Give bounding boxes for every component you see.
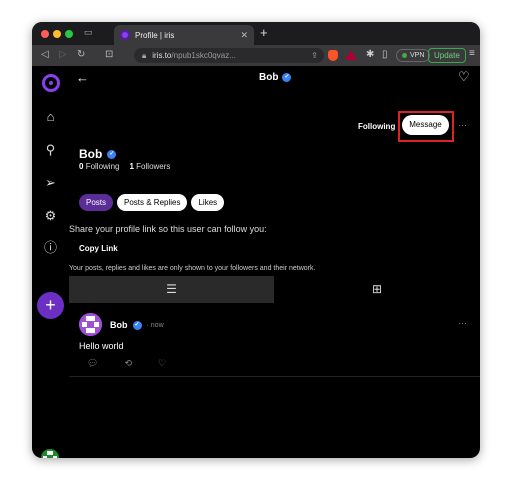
profile-tabs: Posts Posts & Replies Likes <box>79 194 225 211</box>
vpn-label: VPN <box>410 52 425 59</box>
profile-main: ← Bob ✓ ♡ Following Message ··· Bob ✓ 0 … <box>69 66 480 458</box>
copy-link-button[interactable]: Copy Link <box>79 244 118 253</box>
share-instructions: Share your profile link so this user can… <box>69 224 267 234</box>
share-icon[interactable]: ⇪ <box>311 51 324 60</box>
followers-label: Followers <box>136 162 171 171</box>
brave-shields-icon[interactable] <box>328 50 338 61</box>
browser-tab-active[interactable]: Profile | iris ✕ <box>114 25 254 45</box>
url-path: /npub1skc0qvaz... <box>171 51 236 60</box>
browser-window: ▭ Profile | iris ✕ + ◁ ▷ ↻ ⊡ 🔒︎ iris.to/… <box>32 22 480 458</box>
privacy-notice: Your posts, replies and likes are only s… <box>69 265 316 272</box>
avatar-pattern-icon <box>41 449 59 458</box>
post-avatar[interactable] <box>79 313 102 336</box>
post-verified-icon: ✓ <box>132 320 142 330</box>
repost-icon[interactable]: ⟲ <box>124 358 132 369</box>
settings-icon[interactable]: ⚙ <box>42 207 59 224</box>
profile-name-text: Bob <box>79 147 103 161</box>
vpn-button[interactable]: VPN <box>396 49 431 62</box>
url-host: iris.to <box>152 51 172 60</box>
grid-view-icon[interactable]: ⊞ <box>274 276 480 303</box>
tab-close-icon[interactable]: ✕ <box>240 30 248 41</box>
back-arrow-icon[interactable]: ← <box>76 70 89 85</box>
reload-icon[interactable]: ↻ <box>77 49 85 60</box>
sidebar-panel-icon[interactable]: ▯ <box>382 49 388 60</box>
toolbar: ◁ ▷ ↻ ⊡ 🔒︎ iris.to/npub1skc0qvaz... ⇪ ✱ … <box>32 45 480 66</box>
post-divider <box>69 376 480 377</box>
following-status[interactable]: Following <box>358 122 395 131</box>
minimize-window-button[interactable] <box>53 30 61 38</box>
page-title-text: Bob <box>259 72 279 83</box>
iris-logo-icon[interactable] <box>42 74 60 92</box>
lock-icon: 🔒︎ <box>142 50 147 60</box>
info-icon[interactable]: ⓘ <box>42 239 59 256</box>
followers-count: 1 <box>129 162 134 171</box>
close-window-button[interactable] <box>41 30 49 38</box>
more-options-icon[interactable]: ··· <box>458 120 467 130</box>
vpn-status-icon <box>402 53 407 58</box>
bookmark-icon[interactable]: ⊡ <box>105 49 113 60</box>
page-title: Bob ✓ <box>259 72 292 83</box>
tab-posts[interactable]: Posts <box>79 194 114 211</box>
post-header: Bob ✓ · now <box>110 320 164 330</box>
profile-verified-icon: ✓ <box>107 149 117 159</box>
heart-icon[interactable]: ♡ <box>458 69 470 85</box>
following-label: Following <box>85 162 120 171</box>
maximize-window-button[interactable] <box>65 30 73 38</box>
menu-icon[interactable]: ≡ <box>469 48 475 59</box>
back-nav-icon[interactable]: ◁ <box>41 49 49 60</box>
forward-nav-icon[interactable]: ▷ <box>59 49 67 60</box>
list-view-icon[interactable]: ☰ <box>69 276 274 303</box>
followers-stat[interactable]: 1 Followers <box>129 162 170 171</box>
sidebar: ⌂ ⚲ ➢ ⚙ ⓘ + <box>32 66 69 458</box>
tab-bar: ▭ Profile | iris ✕ + <box>32 22 480 45</box>
new-tab-button[interactable]: + <box>260 25 268 40</box>
update-button[interactable]: Update <box>428 48 466 63</box>
post-text: Hello world <box>79 341 124 351</box>
post-author[interactable]: Bob <box>110 320 128 330</box>
new-post-button[interactable]: + <box>37 292 64 319</box>
post-more-icon[interactable]: ··· <box>458 318 467 328</box>
user-avatar[interactable] <box>41 449 59 458</box>
brave-rewards-icon[interactable] <box>345 50 357 60</box>
post-actions: 💬︎ ⟲ ♡ <box>87 358 166 369</box>
post-avatar-pattern-icon <box>79 313 102 336</box>
address-bar[interactable]: 🔒︎ iris.to/npub1skc0qvaz... ⇪ <box>134 48 324 63</box>
tab-posts-replies[interactable]: Posts & Replies <box>117 194 188 211</box>
like-icon[interactable]: ♡ <box>158 358 166 369</box>
message-button[interactable]: Message <box>402 115 449 135</box>
send-icon[interactable]: ➢ <box>42 174 59 191</box>
search-icon[interactable]: ⚲ <box>42 141 59 158</box>
sidebar-toggle-icon[interactable]: ▭ <box>84 27 93 38</box>
tab-likes[interactable]: Likes <box>191 194 225 211</box>
reply-icon[interactable]: 💬︎ <box>87 358 98 369</box>
home-icon[interactable]: ⌂ <box>42 108 59 125</box>
verified-badge-icon: ✓ <box>282 73 292 82</box>
extensions-icon[interactable]: ✱ <box>366 49 374 60</box>
tab-title: Profile | iris <box>135 30 175 40</box>
profile-stats: 0 Following 1 Followers <box>79 162 170 171</box>
iris-favicon-icon <box>120 30 130 40</box>
post-time[interactable]: now <box>151 322 164 329</box>
following-count: 0 <box>79 162 84 171</box>
following-stat[interactable]: 0 Following <box>79 162 119 171</box>
view-toggle: ☰ ⊞ <box>69 276 480 303</box>
profile-name: Bob ✓ <box>79 147 117 161</box>
